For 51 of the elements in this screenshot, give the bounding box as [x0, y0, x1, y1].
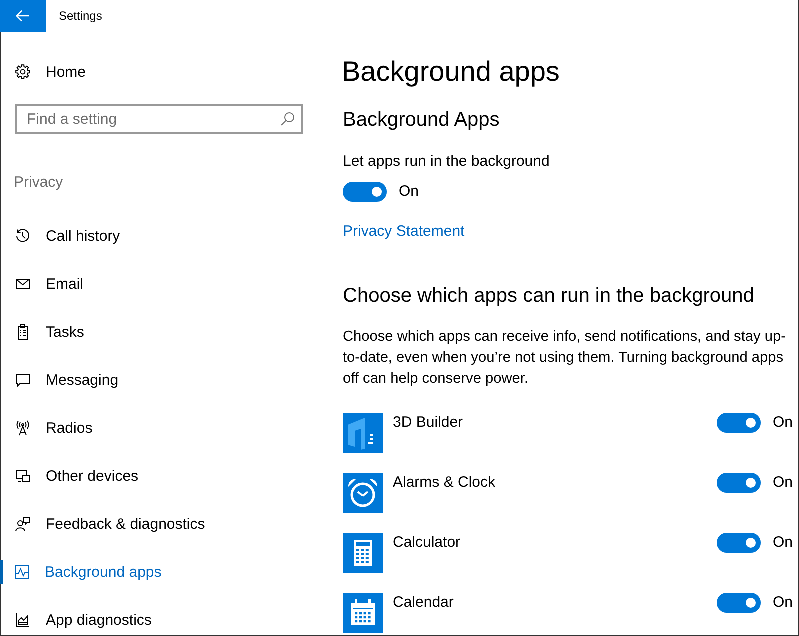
- clipboard-icon: [15, 324, 31, 340]
- window-title: Settings: [59, 8, 102, 24]
- app-name: Alarms & Clock: [393, 473, 496, 493]
- nav-item[interactable]: Other devices: [15, 464, 139, 488]
- area-chart-icon: [15, 612, 31, 628]
- toggle-state-text: On: [772, 533, 793, 553]
- app-name: 3D Builder: [393, 413, 464, 433]
- nav-item[interactable]: Email: [15, 272, 84, 296]
- section-heading: Privacy: [14, 173, 64, 193]
- calendar-icon: [343, 593, 383, 633]
- description-text: Choose which apps can receive info, send notifications, and stay up-to-date, even when you’re not using them. Turning background apps off can help conserve power.: [343, 328, 787, 389]
- nav-item[interactable]: Messaging: [15, 368, 119, 392]
- nav-item[interactable]: Background apps: [14, 560, 162, 584]
- devices-icon: [15, 468, 31, 484]
- toggle-switch[interactable]: [716, 593, 761, 613]
- toggle-switch[interactable]: [716, 413, 761, 433]
- nav-item[interactable]: Radios: [15, 416, 93, 440]
- back-button[interactable]: [0, 0, 46, 32]
- history-icon: [15, 228, 31, 244]
- app-name: Calendar: [393, 593, 454, 613]
- blocks-icon: [343, 413, 383, 453]
- gear-icon: [15, 64, 31, 80]
- page-title: Background apps: [342, 55, 560, 89]
- toggle-state-text: On: [772, 413, 793, 433]
- nav-item[interactable]: Tasks: [15, 320, 84, 344]
- section-title: Choose which apps can run in the background: [342, 284, 754, 309]
- calculator-icon: [343, 533, 383, 573]
- back-arrow-icon: [16, 10, 30, 22]
- selection-bar: [0, 560, 3, 584]
- toggle-state-text: On: [772, 593, 793, 613]
- envelope-icon: [15, 276, 31, 292]
- toggle-switch[interactable]: [716, 533, 761, 553]
- nav-item[interactable]: Call history: [15, 224, 120, 248]
- chart-icon: [14, 564, 30, 580]
- nav-item[interactable]: App diagnostics: [15, 608, 152, 632]
- search-field[interactable]: Find a setting: [15, 104, 303, 134]
- app-name: Calculator: [393, 533, 461, 553]
- alarm-clock-icon: [343, 473, 383, 513]
- toggle-state-text: On: [399, 182, 420, 202]
- toggle-switch[interactable]: [343, 182, 387, 202]
- section-title: Background Apps: [342, 108, 500, 133]
- nav-item[interactable]: Feedback & diagnostics: [15, 512, 206, 536]
- toggle-state-text: On: [772, 473, 793, 493]
- speech-bubble-icon: [15, 372, 31, 388]
- antenna-icon: [15, 420, 31, 436]
- privacy-statement-link[interactable]: Privacy Statement: [343, 222, 465, 242]
- person-speech-icon: [15, 516, 31, 532]
- home-link[interactable]: Home: [15, 60, 86, 84]
- toggle-switch[interactable]: [716, 473, 761, 493]
- setting-label: Let apps run in the background: [342, 152, 550, 172]
- search-icon: [281, 112, 295, 126]
